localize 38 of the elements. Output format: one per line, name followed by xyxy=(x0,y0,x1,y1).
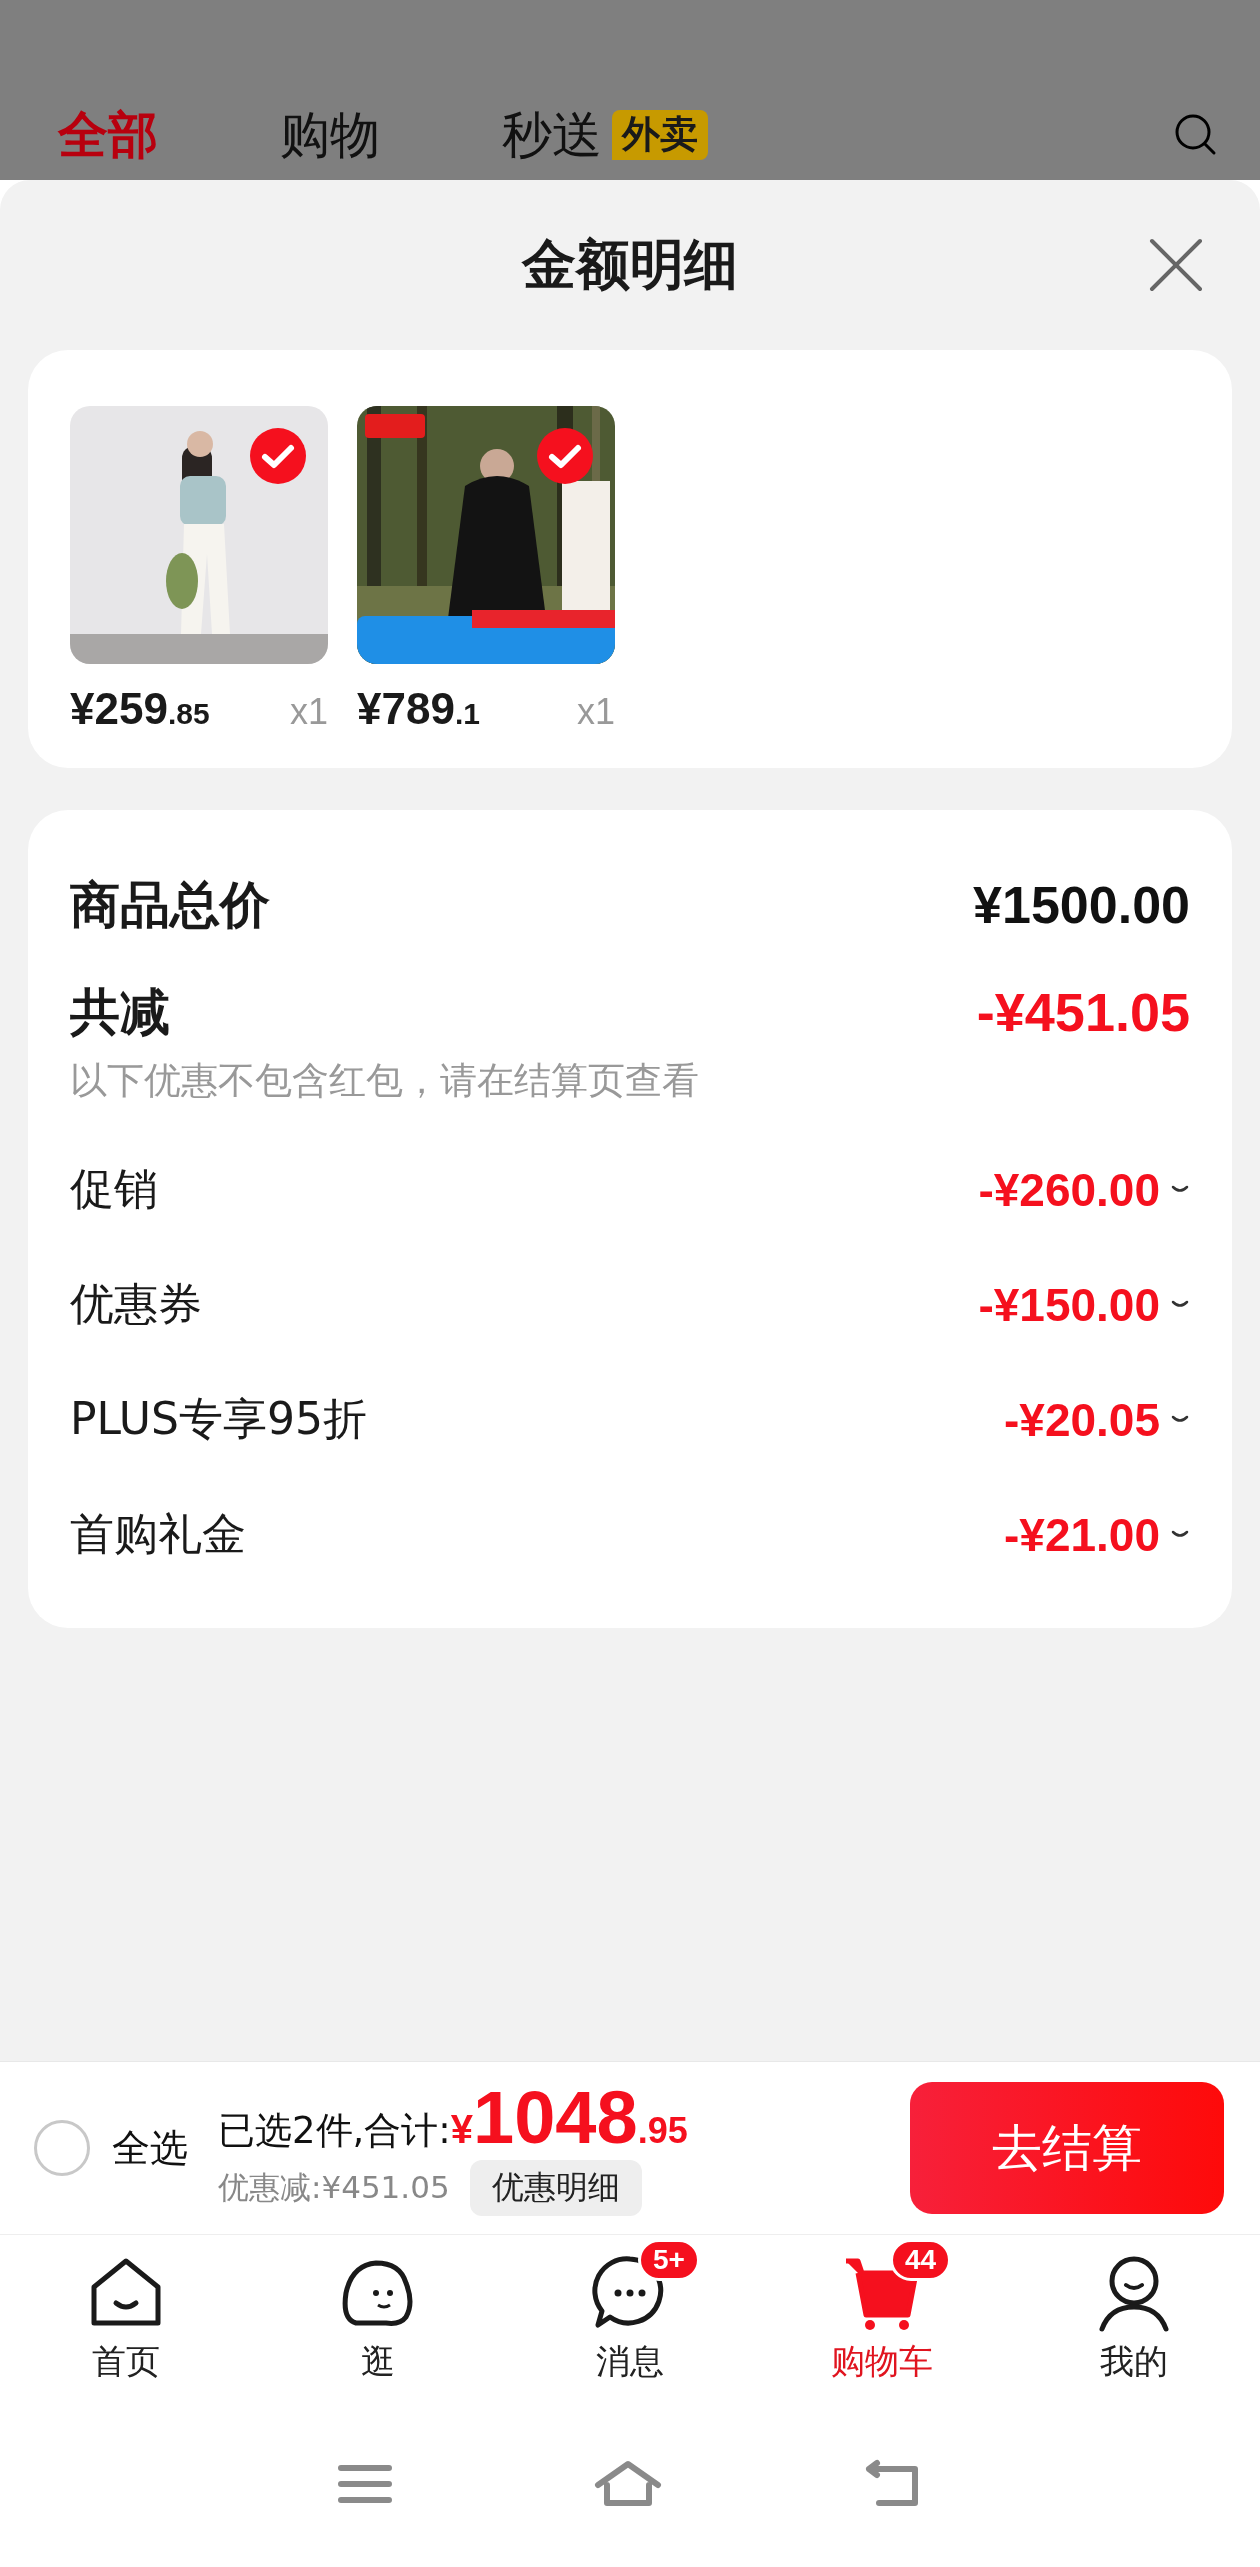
reduction-note: 以下优惠不包含红包，请在结算页查看 xyxy=(70,1058,700,1104)
category-tab[interactable]: 购物 xyxy=(280,105,380,165)
count-badge: 5+ xyxy=(638,2239,700,2281)
home-icon[interactable] xyxy=(593,2458,663,2509)
discount-detail-button[interactable]: 优惠明细 xyxy=(469,2159,642,2216)
item-quantity: x1 xyxy=(289,691,328,733)
discount-value: -¥21.00 xyxy=(1004,1507,1160,1562)
total-amount: ¥1048.95 xyxy=(450,2080,688,2155)
category-tab[interactable]: 秒送 外卖 xyxy=(502,105,708,165)
reduction-value: -¥451.05 xyxy=(976,981,1190,1043)
tab-badge: 外卖 xyxy=(612,110,708,160)
discount-label: 优惠券 xyxy=(70,1277,202,1331)
discount-value: -¥260.00 xyxy=(978,1162,1160,1217)
discount-label: 促销 xyxy=(70,1162,158,1216)
checkout-button[interactable]: 去结算 xyxy=(910,2082,1224,2214)
item-quantity: x1 xyxy=(576,691,615,733)
item-price: ¥789.1 xyxy=(357,684,480,734)
nav-tab[interactable]: 5+ 消息 xyxy=(504,2235,756,2410)
check-icon[interactable] xyxy=(537,428,593,484)
item-price: ¥259.85 xyxy=(70,684,210,734)
close-icon[interactable] xyxy=(1148,237,1204,293)
nav-tab[interactable]: 逛 xyxy=(252,2235,504,2410)
total-label: 商品总价 xyxy=(70,874,270,936)
reduction-label: 共减 xyxy=(70,981,170,1043)
summary-label: 已选2件,合计: xyxy=(218,2107,451,2154)
check-icon[interactable] xyxy=(250,428,306,484)
discount-label: 首购礼金 xyxy=(70,1507,246,1561)
sheet-title: 金额明细 xyxy=(522,231,738,298)
nav-tab[interactable]: 44 购物车 xyxy=(756,2235,1008,2410)
select-all-label: 全选 xyxy=(112,2124,188,2172)
discount-value: -¥150.00 xyxy=(978,1277,1160,1332)
nav-tab[interactable]: 我的 xyxy=(1008,2235,1260,2410)
discount-label: PLUS专享95折 xyxy=(70,1392,367,1446)
total-value: ¥1500.00 xyxy=(973,875,1190,935)
select-all-checkbox[interactable] xyxy=(34,2120,90,2176)
discount-value: -¥20.05 xyxy=(1004,1392,1160,1447)
savings-text: 优惠减:¥451.05 xyxy=(218,2167,450,2207)
nav-tab[interactable]: 首页 xyxy=(0,2235,252,2410)
